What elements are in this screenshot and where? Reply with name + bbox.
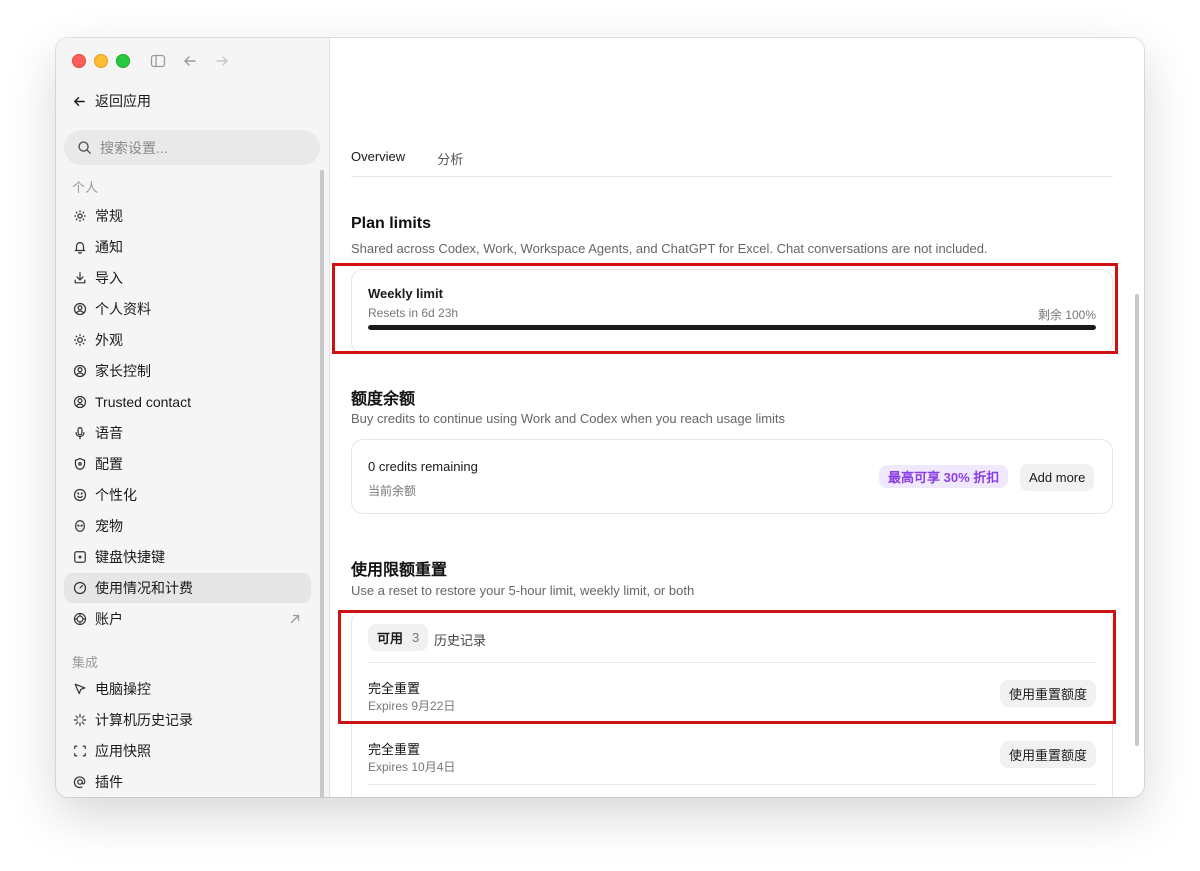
sidebar-item-label: Trusted contact: [95, 394, 191, 410]
minimize-window-button[interactable]: [94, 54, 108, 68]
reset-row-expires: Expires 10月4日: [368, 760, 456, 774]
openai-icon: [73, 612, 87, 626]
sidebar-item-trusted-contact[interactable]: Trusted contact: [64, 387, 311, 417]
at-icon: [73, 775, 87, 789]
sidebar-item-voice[interactable]: 语音: [64, 418, 311, 448]
credits-description: Buy credits to continue using Work and C…: [351, 411, 786, 426]
sidebar-item-keyboard-shortcuts[interactable]: 键盘快捷键: [64, 542, 311, 572]
nav-back-icon[interactable]: [182, 53, 198, 69]
sidebar-item-label: 家长控制: [95, 363, 151, 379]
sparkle-icon: [73, 713, 87, 727]
sidebar-item-label: 通知: [95, 239, 123, 255]
gauge-icon: [73, 581, 87, 595]
sidebar: 返回应用 个人 常规 通知 导入 个人资料: [56, 38, 330, 797]
sidebar-item-parental-controls[interactable]: 家长控制: [64, 356, 311, 386]
sidebar-item-label: 个人资料: [95, 301, 151, 317]
microphone-icon: [73, 426, 87, 440]
highlight-box-resets: [338, 610, 1116, 724]
cursor-icon: [73, 682, 87, 696]
close-window-button[interactable]: [72, 54, 86, 68]
credits-card: 0 credits remaining 当前余额 最高可享 30% 折扣 Add…: [351, 439, 1113, 514]
reset-row-title: 完全重置: [368, 742, 421, 757]
resets-title: 使用限额重置: [351, 562, 448, 579]
sidebar-item-label: 外观: [95, 332, 123, 348]
tab-overview[interactable]: Overview: [351, 149, 405, 168]
sidebar-item-label: 常规: [95, 208, 123, 224]
sidebar-item-label: 配置: [95, 456, 123, 472]
sidebar-item-appearance[interactable]: 外观: [64, 325, 311, 355]
search-icon: [77, 140, 92, 155]
sidebar-item-personalization[interactable]: 个性化: [64, 480, 311, 510]
section-label-personal: 个人: [72, 180, 99, 195]
sidebar-item-label: 个性化: [95, 487, 137, 503]
sidebar-item-label: 电脑操控: [95, 681, 151, 697]
download-icon: [73, 271, 87, 285]
sidebar-item-pets[interactable]: 宠物: [64, 511, 311, 541]
discount-badge: 最高可享 30% 折扣: [879, 465, 1009, 488]
user-circle-icon: [73, 395, 87, 409]
gear-icon: [73, 209, 87, 223]
sidebar-item-notifications[interactable]: 通知: [64, 232, 311, 262]
credits-remaining: 0 credits remaining: [368, 459, 478, 474]
sidebar-item-label: 宠物: [95, 518, 123, 534]
sidebar-item-import[interactable]: 导入: [64, 263, 311, 293]
keyboard-icon: [73, 550, 87, 564]
screenshot-icon: [73, 744, 87, 758]
sidebar-item-computer-history[interactable]: 计算机历史记录: [64, 705, 311, 735]
sidebar-item-label: 使用情况和计费: [95, 580, 193, 596]
add-more-button[interactable]: Add more: [1020, 464, 1095, 491]
arrow-left-icon: [72, 94, 87, 109]
row-divider: [368, 784, 1096, 785]
sidebar-item-usage-billing[interactable]: 使用情况和计费: [64, 573, 311, 603]
bell-icon: [73, 240, 87, 254]
sun-icon: [73, 333, 87, 347]
use-reset-button[interactable]: 使用重置额度: [999, 741, 1096, 768]
highlight-box-plan-limits: [332, 263, 1118, 354]
sidebar-item-label: 应用快照: [95, 743, 151, 759]
sidebar-item-config[interactable]: 配置: [64, 449, 311, 479]
settings-window: 返回应用 个人 常规 通知 导入 个人资料: [56, 38, 1144, 797]
back-to-app-link[interactable]: 返回应用: [72, 90, 151, 112]
search-input[interactable]: [100, 139, 300, 156]
nav-forward-icon[interactable]: [214, 53, 230, 69]
maximize-window-button[interactable]: [116, 54, 130, 68]
sidebar-item-profile[interactable]: 个人资料: [64, 294, 311, 324]
external-link-icon: [289, 612, 301, 628]
sidebar-item-label: 键盘快捷键: [95, 549, 165, 565]
plan-limits-title: Plan limits: [351, 215, 432, 232]
traffic-lights: [72, 54, 130, 68]
main-scrollbar[interactable]: [1135, 294, 1139, 746]
user-circle-icon: [73, 364, 87, 378]
sidebar-scrollbar[interactable]: [320, 170, 324, 797]
sidebar-item-label: 插件: [95, 774, 123, 790]
sidebar-item-app-snapshots[interactable]: 应用快照: [64, 736, 311, 766]
shield-icon: [73, 457, 87, 471]
credits-title: 额度余额: [351, 391, 416, 408]
section-label-integrations: 集成: [72, 655, 99, 670]
sidebar-item-label: 账户: [95, 611, 123, 627]
tabs: Overview 分析: [351, 149, 463, 168]
user-circle-icon: [73, 302, 87, 316]
main-content: Overview 分析 Plan limits Shared across Co…: [330, 38, 1144, 797]
sidebar-item-label: 计算机历史记录: [95, 712, 193, 728]
sidebar-item-general[interactable]: 常规: [64, 201, 311, 231]
resets-description: Use a reset to restore your 5-hour limit…: [351, 583, 695, 598]
sidebar-item-plugins[interactable]: 插件: [64, 767, 311, 797]
tab-analytics[interactable]: 分析: [437, 149, 463, 168]
sidebar-item-computer-use[interactable]: 电脑操控: [64, 674, 311, 704]
sidebar-toggle-icon[interactable]: [150, 53, 166, 69]
sidebar-item-account[interactable]: 账户: [64, 604, 311, 634]
pet-icon: [73, 519, 87, 533]
plan-limits-description: Shared across Codex, Work, Workspace Age…: [351, 241, 988, 256]
back-to-app-label: 返回应用: [95, 93, 151, 109]
sidebar-item-label: 导入: [95, 270, 123, 286]
settings-search[interactable]: [64, 130, 320, 165]
sidebar-item-label: 语音: [95, 425, 123, 441]
credits-sub: 当前余额: [368, 484, 417, 498]
tabs-divider: [351, 176, 1113, 177]
smile-icon: [73, 488, 87, 502]
